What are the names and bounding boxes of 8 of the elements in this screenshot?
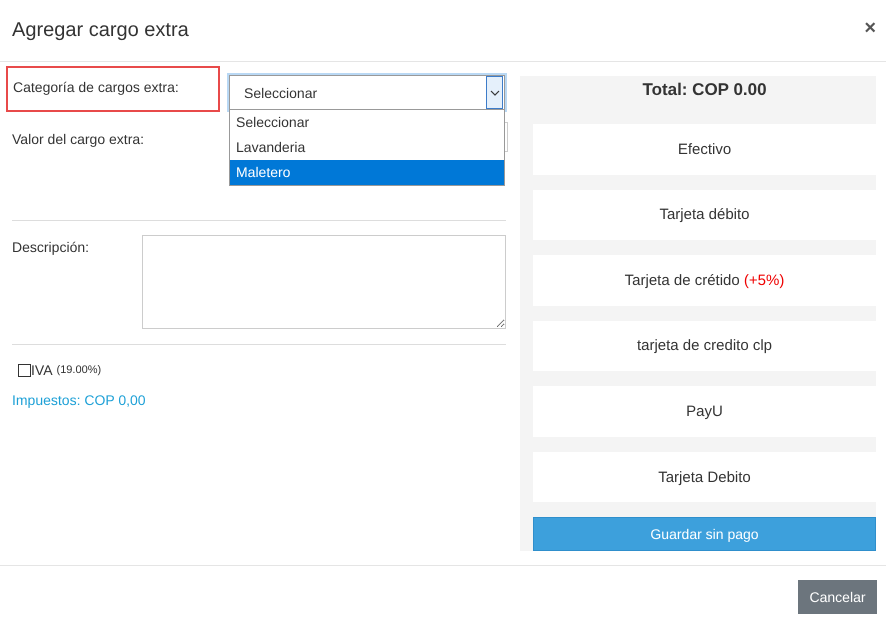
window-title: Agregar cargo extra <box>12 19 189 42</box>
iva-rate: (19.00%) <box>56 364 102 376</box>
category-label: Categoría de cargos extra: <box>13 79 179 95</box>
total-text: Total: COP 0.00 <box>641 80 768 100</box>
description-label: Descripción: <box>12 238 90 257</box>
value-label: Valor del cargo extra: <box>12 130 146 149</box>
taxes-text: Impuestos: COP 0,00 <box>12 392 147 408</box>
iva-label: IVA <box>31 362 53 378</box>
